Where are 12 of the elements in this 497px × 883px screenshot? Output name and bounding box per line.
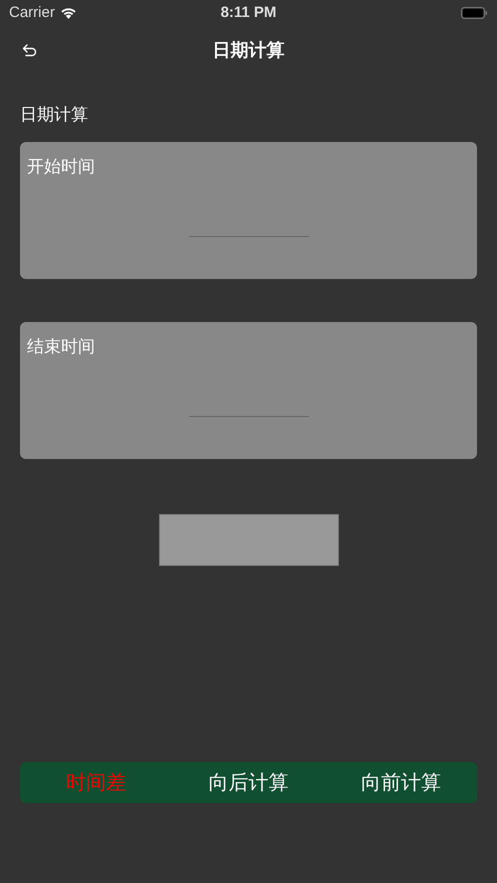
card-label: 结束时间 [27, 336, 95, 358]
wifi-icon [60, 6, 77, 18]
tab[interactable]: 向后计算 [172, 765, 325, 800]
calculate-button[interactable] [158, 514, 338, 566]
section-title: 日期计算 [20, 104, 89, 127]
screen-title: 日期计算 [212, 39, 284, 62]
battery-icon [461, 6, 488, 18]
back-arrow-icon [22, 44, 38, 58]
carrier-name: Carrier [9, 4, 55, 21]
tab[interactable]: 向前计算 [324, 765, 477, 800]
card-label: 开始时间 [27, 156, 95, 178]
status-time: 8:11 PM [220, 4, 276, 21]
